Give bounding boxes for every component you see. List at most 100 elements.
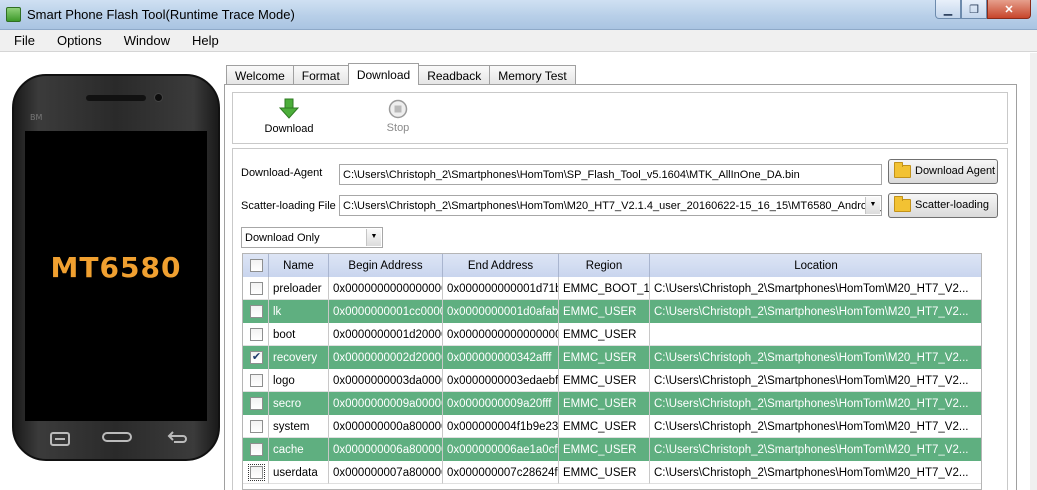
region: EMMC_USER bbox=[559, 346, 650, 369]
menu-window[interactable]: Window bbox=[110, 30, 178, 51]
column-header-location[interactable]: Location bbox=[650, 254, 981, 277]
window-title: Smart Phone Flash Tool(Runtime Trace Mod… bbox=[27, 7, 295, 22]
begin-address: 0x0000000003da0000 bbox=[329, 369, 443, 392]
menu-key-icon bbox=[50, 432, 70, 446]
row-checkbox[interactable] bbox=[250, 420, 263, 433]
region: EMMC_BOOT_1 bbox=[559, 277, 650, 300]
end-address: 0x0000000009a20fff bbox=[443, 392, 559, 415]
download-button[interactable]: Download bbox=[261, 98, 317, 135]
row-checkbox[interactable] bbox=[250, 282, 263, 295]
location[interactable]: C:\Users\Christoph_2\Smartphones\HomTom\… bbox=[650, 277, 981, 300]
partition-name: cache bbox=[269, 438, 329, 461]
select-all-checkbox[interactable] bbox=[250, 259, 263, 272]
stop-icon bbox=[388, 99, 408, 119]
phone-speaker bbox=[86, 95, 146, 101]
folder-icon bbox=[894, 162, 911, 178]
menu-help[interactable]: Help bbox=[178, 30, 227, 51]
location[interactable]: C:\Users\Christoph_2\Smartphones\HomTom\… bbox=[650, 300, 981, 323]
download-mode-select[interactable]: Download Only ▼ bbox=[241, 227, 383, 248]
tab-memory-test[interactable]: Memory Test bbox=[489, 65, 576, 85]
window-edge bbox=[1030, 53, 1037, 490]
download-mode-value: Download Only bbox=[245, 232, 320, 244]
menu-file[interactable]: File bbox=[0, 30, 43, 51]
location[interactable]: C:\Users\Christoph_2\Smartphones\HomTom\… bbox=[650, 438, 981, 461]
partition-name: recovery bbox=[269, 346, 329, 369]
region: EMMC_USER bbox=[559, 392, 650, 415]
table-row[interactable]: secro 0x0000000009a00000 0x0000000009a20… bbox=[243, 392, 981, 415]
partition-name: secro bbox=[269, 392, 329, 415]
table-row[interactable]: system 0x000000000a800000 0x000000004f1b… bbox=[243, 415, 981, 438]
region: EMMC_USER bbox=[559, 323, 650, 346]
app-icon bbox=[6, 7, 21, 22]
download-arrow-icon bbox=[279, 98, 299, 119]
table-row[interactable]: lk 0x0000000001cc0000 0x0000000001d0afab… bbox=[243, 300, 981, 323]
tab-readback[interactable]: Readback bbox=[418, 65, 491, 85]
download-agent-path-input[interactable]: C:\Users\Christoph_2\Smartphones\HomTom\… bbox=[339, 164, 882, 185]
location[interactable]: C:\Users\Christoph_2\Smartphones\HomTom\… bbox=[650, 415, 981, 438]
row-checkbox[interactable] bbox=[250, 374, 263, 387]
device-panel: BM MT6580 bbox=[0, 53, 225, 490]
column-header-name[interactable]: Name bbox=[269, 254, 329, 277]
row-checkbox[interactable] bbox=[250, 397, 263, 410]
region: EMMC_USER bbox=[559, 415, 650, 438]
stop-label: Stop bbox=[386, 122, 410, 134]
location[interactable]: C:\Users\Christoph_2\Smartphones\HomTom\… bbox=[650, 369, 981, 392]
tab-download[interactable]: Download bbox=[347, 63, 420, 85]
table-row[interactable]: cache 0x000000006a800000 0x000000006ae1a… bbox=[243, 438, 981, 461]
end-address: 0x000000000001d71b bbox=[443, 277, 559, 300]
menu-options[interactable]: Options bbox=[43, 30, 110, 51]
home-key-icon bbox=[102, 432, 132, 442]
region: EMMC_USER bbox=[559, 438, 650, 461]
partition-name: logo bbox=[269, 369, 329, 392]
location[interactable]: C:\Users\Christoph_2\Smartphones\HomTom\… bbox=[650, 392, 981, 415]
table-header: Name Begin Address End Address Region Lo… bbox=[243, 254, 981, 277]
region: EMMC_USER bbox=[559, 300, 650, 323]
scatter-file-label: Scatter-loading File bbox=[241, 200, 336, 212]
chevron-down-icon[interactable]: ▼ bbox=[366, 229, 381, 246]
table-row[interactable]: preloader 0x0000000000000000 0x000000000… bbox=[243, 277, 981, 300]
begin-address: 0x000000000a800000 bbox=[329, 415, 443, 438]
column-header-begin-address[interactable]: Begin Address bbox=[329, 254, 443, 277]
end-address: 0x0000000001d0afab bbox=[443, 300, 559, 323]
table-row[interactable]: ✔ recovery 0x0000000002d20000 0x00000000… bbox=[243, 346, 981, 369]
region: EMMC_USER bbox=[559, 369, 650, 392]
location[interactable] bbox=[650, 323, 981, 346]
row-checkbox[interactable] bbox=[250, 328, 263, 341]
row-checkbox[interactable] bbox=[248, 464, 265, 481]
row-checkbox-checked[interactable]: ✔ bbox=[250, 351, 263, 364]
tab-bar: Welcome Format Download Readback Memory … bbox=[226, 63, 576, 85]
scatter-file-select[interactable]: C:\Users\Christoph_2\Smartphones\HomTom\… bbox=[339, 195, 882, 216]
location[interactable]: C:\Users\Christoph_2\Smartphones\HomTom\… bbox=[650, 461, 981, 484]
scatter-loading-button[interactable]: Scatter-loading bbox=[888, 193, 998, 218]
begin-address: 0x000000006a800000 bbox=[329, 438, 443, 461]
stop-button[interactable]: Stop bbox=[378, 99, 418, 134]
region: EMMC_USER bbox=[559, 461, 650, 484]
phone-image: BM MT6580 bbox=[12, 74, 220, 461]
table-row[interactable]: userdata 0x000000007a800000 0x000000007c… bbox=[243, 461, 981, 484]
phone-brand: BM bbox=[30, 113, 43, 122]
end-address: 0x000000000342afff bbox=[443, 346, 559, 369]
partition-name: userdata bbox=[269, 461, 329, 484]
location[interactable]: C:\Users\Christoph_2\Smartphones\HomTom\… bbox=[650, 346, 981, 369]
minimize-button[interactable]: ▁ bbox=[935, 0, 961, 19]
row-checkbox[interactable] bbox=[250, 305, 263, 318]
scatter-loading-button-label: Scatter-loading bbox=[915, 199, 989, 211]
end-address: 0x0000000000000000 bbox=[443, 323, 559, 346]
column-header-end-address[interactable]: End Address bbox=[443, 254, 559, 277]
download-agent-button[interactable]: Download Agent bbox=[888, 159, 998, 184]
begin-address: 0x0000000002d20000 bbox=[329, 346, 443, 369]
begin-address: 0x0000000000000000 bbox=[329, 277, 443, 300]
tab-welcome[interactable]: Welcome bbox=[226, 65, 294, 85]
column-header-region[interactable]: Region bbox=[559, 254, 650, 277]
begin-address: 0x000000007a800000 bbox=[329, 461, 443, 484]
row-checkbox[interactable] bbox=[250, 443, 263, 456]
table-row[interactable]: boot 0x0000000001d20000 0x00000000000000… bbox=[243, 323, 981, 346]
chevron-down-icon[interactable]: ▼ bbox=[865, 197, 880, 214]
begin-address: 0x0000000001cc0000 bbox=[329, 300, 443, 323]
tab-format[interactable]: Format bbox=[292, 65, 349, 85]
folder-icon bbox=[894, 196, 911, 212]
restore-button[interactable]: ❐ bbox=[961, 0, 987, 19]
close-button[interactable]: ✕ bbox=[987, 0, 1031, 19]
begin-address: 0x0000000009a00000 bbox=[329, 392, 443, 415]
table-row[interactable]: logo 0x0000000003da0000 0x0000000003edae… bbox=[243, 369, 981, 392]
